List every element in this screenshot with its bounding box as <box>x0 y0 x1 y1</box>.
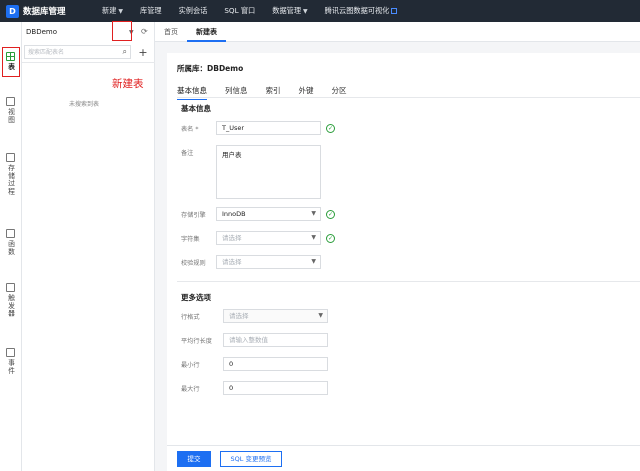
avg-row-length-input[interactable]: 请输入整数值 <box>223 333 328 347</box>
nav-new[interactable]: 新建 ▼ <box>102 6 123 16</box>
top-bar: D 数据库管理 新建 ▼ 库管理 实例会话 SQL 窗口 数据管理 ▼ 腾讯云图数据… <box>0 0 640 22</box>
chevron-down-icon: ▼ <box>311 210 316 217</box>
rail-item-procedures[interactable]: 存储过程 <box>0 153 21 195</box>
procedure-icon <box>6 153 15 162</box>
submit-button[interactable]: 提交 <box>177 451 211 467</box>
divider <box>22 62 155 63</box>
app-logo[interactable]: D 数据库管理 <box>6 4 96 18</box>
app-title: 数据库管理 <box>23 7 66 17</box>
min-rows-label: 最小行 <box>181 362 200 369</box>
nav-data-manage[interactable]: 数据管理 ▼ <box>272 6 307 16</box>
avg-row-length-label: 平均行长度 <box>181 338 212 345</box>
external-link-icon <box>391 8 398 14</box>
tab-home[interactable]: 首页 <box>155 22 187 42</box>
nav-sessions[interactable]: 实例会话 <box>179 6 208 16</box>
nav-visualization[interactable]: 腾讯云图数据可视化 <box>325 6 398 16</box>
row-format-select[interactable]: 请选择 ▼ <box>223 309 328 323</box>
annotation-new-table: 新建表 <box>112 78 144 90</box>
rail-item-functions[interactable]: 函数 <box>0 229 21 256</box>
charset-label: 字符集 <box>181 236 200 243</box>
comment-label: 备注 <box>181 150 194 157</box>
function-icon <box>6 229 15 238</box>
editor-tabs: 首页 新建表 <box>155 22 640 42</box>
view-icon <box>6 97 15 106</box>
check-circle-icon: ✓ <box>326 234 335 243</box>
check-circle-icon: ✓ <box>326 124 335 133</box>
event-icon <box>6 348 15 357</box>
nav-db-manage[interactable]: 库管理 <box>140 6 162 16</box>
engine-select[interactable]: InnoDB ▼ <box>216 207 321 221</box>
trigger-icon <box>6 283 15 292</box>
table-name-input[interactable]: T_User <box>216 121 321 135</box>
divider <box>177 281 640 282</box>
search-icon[interactable]: ⌕ <box>123 47 127 57</box>
chevron-down-icon: ▼ <box>318 312 323 319</box>
collation-label: 校验规则 <box>181 260 206 267</box>
rail-item-views[interactable]: 视图 <box>0 97 21 124</box>
max-rows-label: 最大行 <box>181 386 200 393</box>
rail-item-events[interactable]: 事件 <box>0 348 21 375</box>
tab-new-table[interactable]: 新建表 <box>187 22 226 42</box>
table-name-label: 表名 * <box>181 126 199 133</box>
rail-item-triggers[interactable]: 触发器 <box>0 283 21 317</box>
nav-sql-window[interactable]: SQL 窗口 <box>224 6 255 16</box>
comment-textarea[interactable]: 用户表 <box>216 145 321 199</box>
chevron-down-icon: ▼ <box>311 234 316 241</box>
collation-select[interactable]: 请选择 ▼ <box>216 255 321 269</box>
database-selector[interactable]: DBDemo <box>26 28 57 36</box>
sql-preview-button[interactable]: SQL 变更预览 <box>220 451 282 467</box>
top-nav: 新建 ▼ 库管理 实例会话 SQL 窗口 数据管理 ▼ 腾讯云图数据可视化 <box>102 6 414 16</box>
table-search: ⌕ <box>24 45 131 59</box>
chevron-down-icon: ▼ <box>311 258 316 265</box>
refresh-icon[interactable]: ⟳ <box>141 27 148 36</box>
section-basic-info: 基本信息 <box>181 104 211 113</box>
row-format-label: 行格式 <box>181 314 200 321</box>
highlight-box-tables <box>2 47 20 77</box>
check-circle-icon: ✓ <box>326 210 335 219</box>
chevron-down-icon: ▼ <box>303 7 308 15</box>
table-search-input[interactable] <box>25 46 115 58</box>
engine-label: 存储引擎 <box>181 212 206 219</box>
empty-tree-text: 未搜索到表 <box>69 101 100 108</box>
divider <box>177 97 640 98</box>
highlight-box-add <box>112 21 132 41</box>
section-more-options: 更多选项 <box>181 293 211 302</box>
min-rows-input[interactable]: 0 <box>223 357 328 371</box>
database-title: 所属库：DBDemo <box>177 64 244 73</box>
charset-select[interactable]: 请选择 ▼ <box>216 231 321 245</box>
max-rows-input[interactable]: 0 <box>223 381 328 395</box>
add-table-button[interactable]: + <box>135 44 151 60</box>
object-type-rail: 表 视图 存储过程 函数 触发器 事件 <box>0 22 22 471</box>
chevron-down-icon: ▼ <box>118 7 124 15</box>
db-logo-icon: D <box>6 4 19 18</box>
